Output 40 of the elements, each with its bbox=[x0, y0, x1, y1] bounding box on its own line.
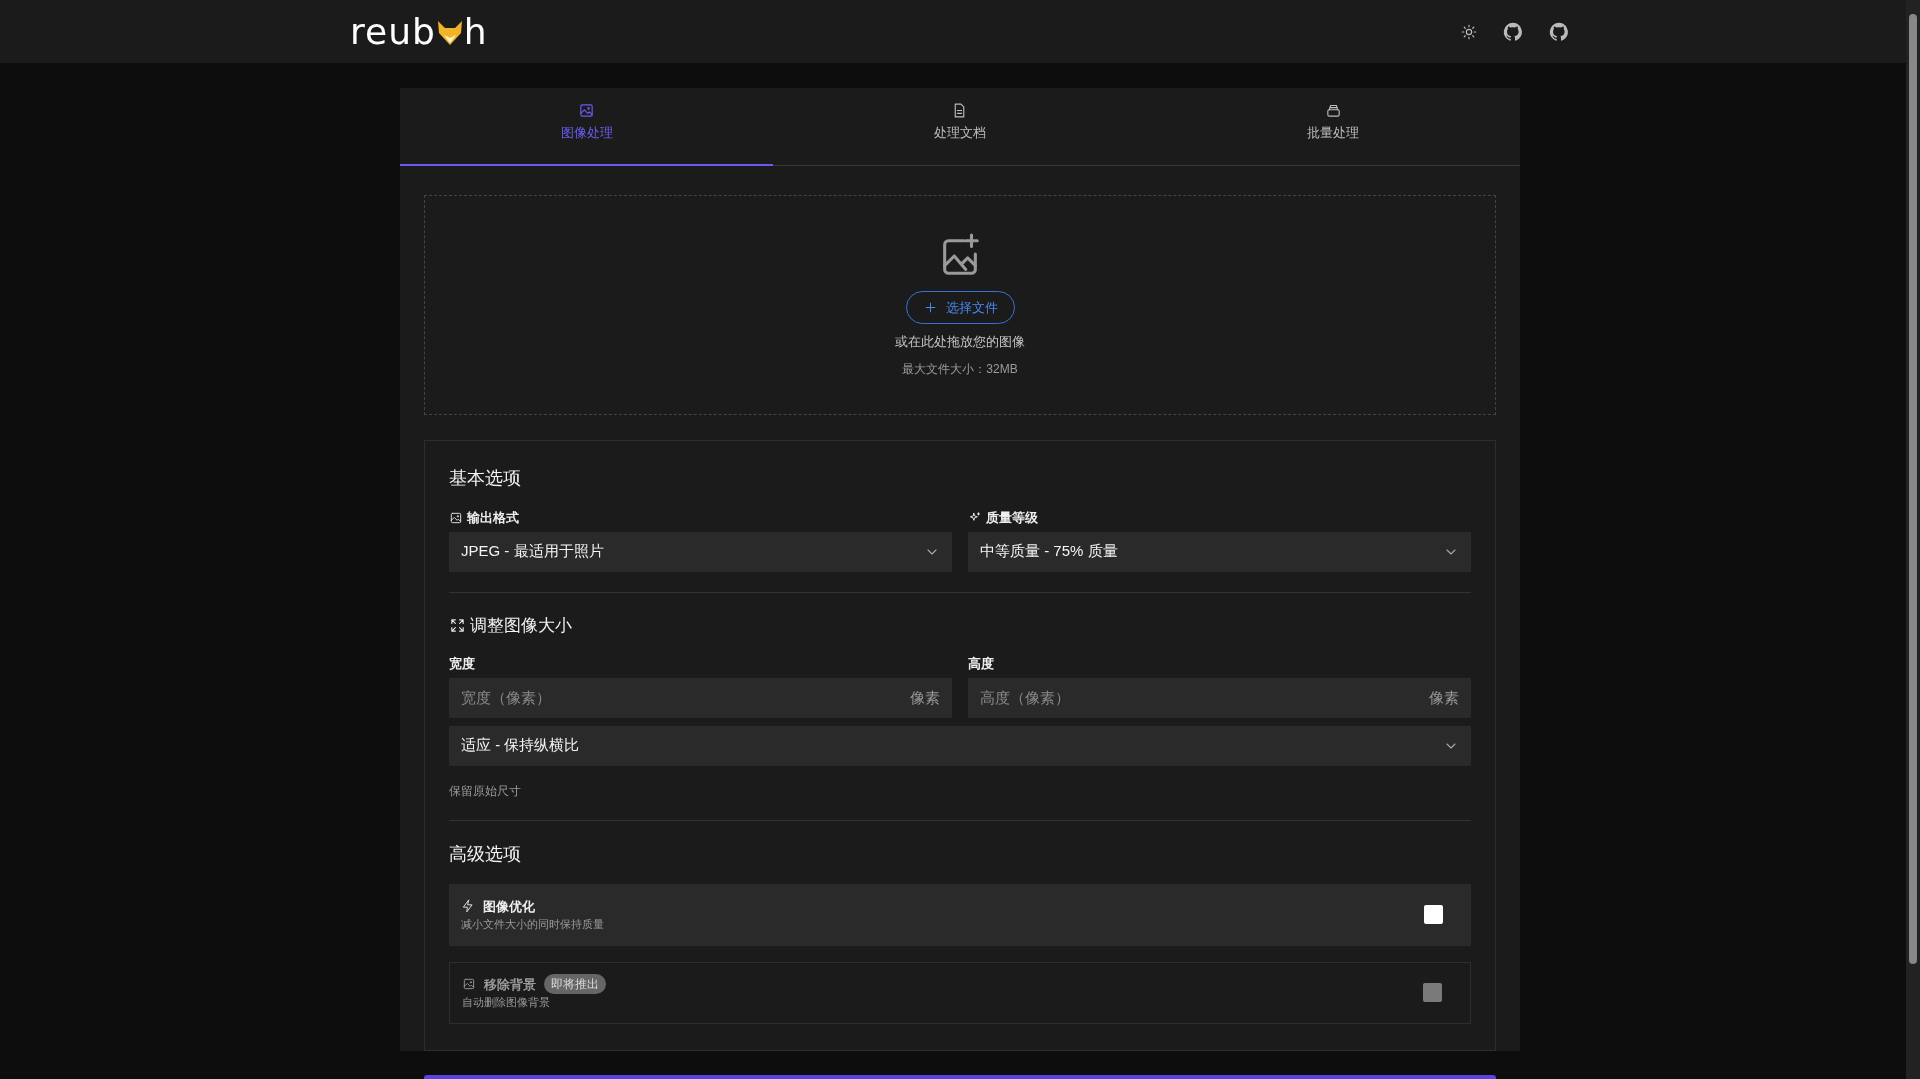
select-field[interactable]: 中等质量 - 75% 质量 bbox=[968, 531, 1471, 572]
drop-zone[interactable]: 选择文件 或在此处拖放您的图像 最大文件大小：32MB bbox=[424, 195, 1496, 415]
option-title: 图像优化 bbox=[483, 897, 535, 916]
option-description: 减小文件大小的同时保持质量 bbox=[461, 917, 604, 932]
image-icon bbox=[578, 102, 596, 119]
file-size-limit: 最大文件大小：32MB bbox=[902, 360, 1018, 378]
checkbox[interactable] bbox=[1424, 905, 1443, 924]
expand-icon bbox=[449, 616, 466, 634]
section-title: 高级选项 bbox=[449, 842, 522, 866]
image-icon bbox=[449, 510, 463, 525]
field-label: 高度 bbox=[968, 655, 995, 673]
fox-icon bbox=[435, 19, 464, 46]
tab[interactable]: 图像处理 bbox=[400, 88, 774, 166]
lightning-icon bbox=[461, 899, 475, 914]
unit-label: 像素 bbox=[910, 687, 940, 708]
drop-hint: 或在此处拖放您的图像 bbox=[895, 333, 1025, 351]
section-title: 调整图像大小 bbox=[470, 614, 572, 637]
status-badge: 即将推出 bbox=[544, 974, 606, 995]
stack-icon bbox=[1324, 102, 1342, 119]
field-label: 质量等级 bbox=[986, 509, 1038, 527]
plus-icon bbox=[922, 299, 938, 315]
section-title: 基本选项 bbox=[449, 467, 522, 490]
unit-label: 像素 bbox=[1429, 687, 1459, 708]
field-label: 宽度 bbox=[449, 655, 476, 673]
select-field[interactable]: JPEG - 最适用于照片 bbox=[449, 531, 952, 572]
select-field[interactable]: 适应 - 保持纵横比 bbox=[449, 725, 1471, 766]
tab[interactable]: 批量处理 bbox=[1146, 88, 1520, 166]
helper-text: 保留原始尺寸 bbox=[449, 782, 522, 800]
github-icon[interactable] bbox=[1502, 20, 1524, 43]
option-row[interactable]: 图像优化 减小文件大小的同时保持质量 bbox=[449, 883, 1471, 946]
field-label: 输出格式 bbox=[467, 509, 519, 527]
option-description: 自动删除图像背景 bbox=[462, 995, 551, 1011]
github-icon[interactable] bbox=[1548, 20, 1570, 43]
image-icon bbox=[462, 977, 476, 992]
tab[interactable]: 处理文档 bbox=[773, 88, 1147, 166]
option-title: 移除背景 bbox=[484, 975, 536, 994]
logo[interactable]: reub h bbox=[350, 13, 488, 50]
theme-toggle-icon[interactable] bbox=[1460, 22, 1478, 41]
scrollbar-thumb[interactable] bbox=[1909, 14, 1917, 964]
scrollbar[interactable] bbox=[1906, 0, 1920, 1079]
